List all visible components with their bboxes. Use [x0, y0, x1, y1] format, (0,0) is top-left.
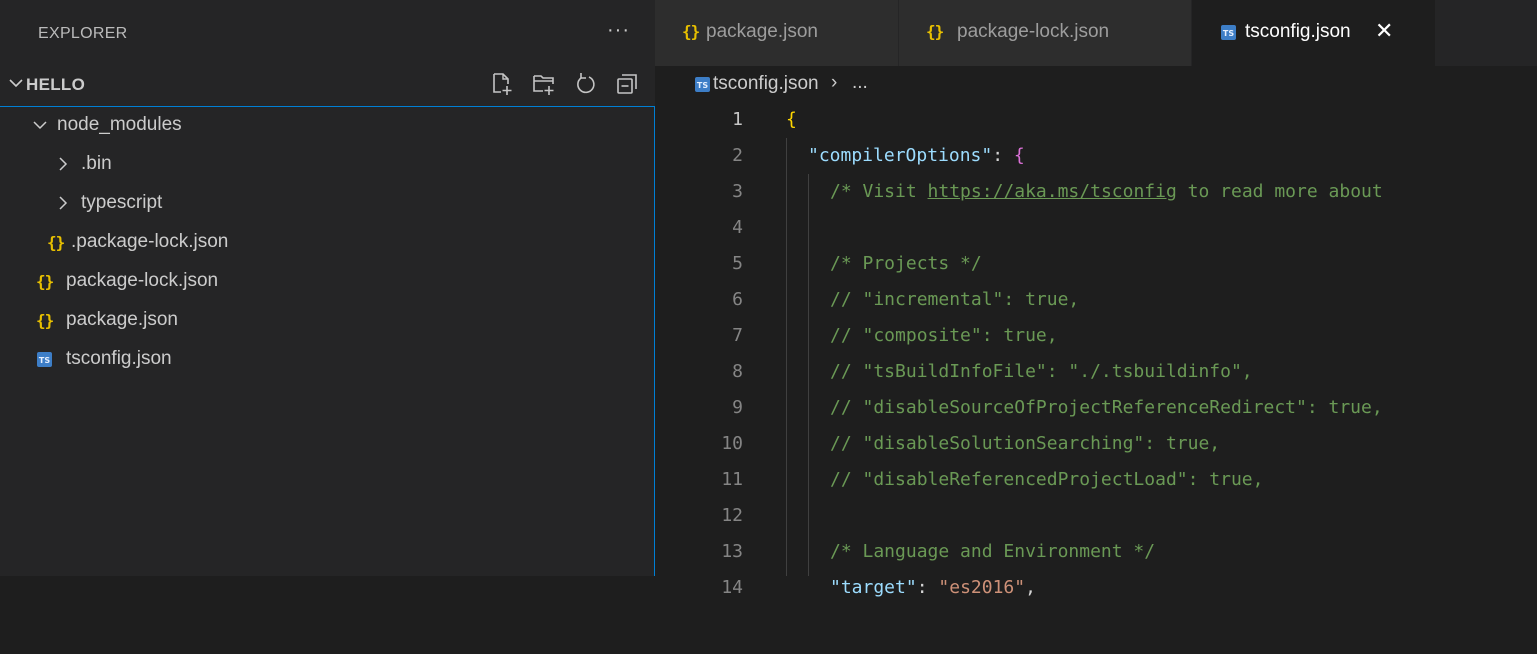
tree-item-label: package.json — [66, 309, 178, 330]
new-file-icon[interactable] — [489, 71, 515, 97]
code-line: 8 // "tsBuildInfoFile": "./.tsbuildinfo"… — [655, 354, 1537, 390]
tree-item-label: .package-lock.json — [71, 231, 229, 252]
tree-item-label: .bin — [81, 153, 112, 174]
line-text: // "tsBuildInfoFile": "./.tsbuildinfo", — [830, 361, 1253, 382]
line-number: 9 — [732, 397, 743, 418]
line-number: 14 — [721, 577, 743, 598]
tab-label: package.json — [706, 21, 818, 42]
line-text: { — [786, 109, 797, 130]
new-folder-icon[interactable] — [531, 71, 557, 97]
line-number: 10 — [721, 433, 743, 454]
code-line: 4 — [655, 210, 1537, 246]
breadcrumb-symbol[interactable]: ... — [852, 72, 868, 94]
line-number: 12 — [721, 505, 743, 526]
breadcrumb-file[interactable]: tsconfig.json — [713, 73, 819, 95]
tab-tsconfig-json[interactable]: TS tsconfig.json ✕ — [1192, 0, 1435, 66]
json-colon: : — [916, 577, 939, 598]
tree-item-label: typescript — [81, 192, 163, 213]
chevron-right-icon — [59, 157, 68, 171]
tree-item-label: node_modules — [57, 114, 182, 135]
json-file-icon: {} — [36, 272, 54, 291]
code-line: 7 // "composite": true, — [655, 318, 1537, 354]
json-key: "target" — [830, 577, 917, 598]
breadcrumb: TS tsconfig.json › ... — [655, 66, 1537, 102]
tree-item-label: tsconfig.json — [66, 348, 172, 369]
line-text: "compilerOptions": { — [808, 145, 1025, 166]
tree-item-package-json[interactable]: {} package.json — [0, 301, 654, 340]
json-key: "compilerOptions" — [808, 145, 993, 166]
line-number: 4 — [732, 217, 743, 238]
tree-item-package-lock-json[interactable]: {} package-lock.json — [0, 262, 654, 301]
tab-label: tsconfig.json — [1245, 21, 1351, 42]
tree-item-typescript[interactable]: typescript — [0, 184, 654, 223]
line-text: // "disableReferencedProjectLoad": true, — [830, 469, 1264, 490]
tree-item-bin[interactable]: .bin — [0, 145, 654, 184]
comment-text: /* Visit — [830, 181, 928, 202]
tree-item-tsconfig-json[interactable]: TS tsconfig.json — [0, 340, 654, 379]
json-file-icon: {} — [47, 233, 65, 252]
code-line: 12 — [655, 498, 1537, 534]
code-line: 13 /* Language and Environment */ — [655, 534, 1537, 570]
close-tab-icon[interactable]: ✕ — [1375, 18, 1393, 44]
explorer-header: EXPLORER ··· — [0, 9, 655, 59]
code-line: 1 { — [655, 102, 1537, 138]
refresh-icon[interactable] — [573, 71, 599, 97]
line-number: 11 — [721, 469, 743, 490]
json-file-icon: {} — [926, 22, 944, 41]
workspace-title: HELLO — [26, 75, 86, 94]
code-line: 10 // "disableSolutionSearching": true, — [655, 426, 1537, 462]
code-line: 5 /* Projects */ — [655, 246, 1537, 282]
explorer-sidebar: EXPLORER ··· HELLO node_modules .bin typ… — [0, 0, 655, 576]
code-line: 2 "compilerOptions": { — [655, 138, 1537, 174]
line-number: 6 — [732, 289, 743, 310]
comment-link[interactable]: https://aka.ms/tsconfig — [928, 181, 1177, 202]
typescript-file-icon: TS — [695, 77, 710, 92]
code-line: 3 /* Visit https://aka.ms/tsconfig to re… — [655, 174, 1537, 210]
chevron-right-icon — [59, 196, 68, 210]
line-number: 1 — [732, 109, 743, 130]
code-line: 14 "target": "es2016", — [655, 570, 1537, 606]
editor-tab-bar: {} package.json {} package-lock.json TS … — [655, 0, 1537, 66]
tree-item-label: package-lock.json — [66, 270, 219, 291]
json-file-icon: {} — [36, 311, 54, 330]
line-text: // "composite": true, — [830, 325, 1058, 346]
typescript-file-icon: TS — [37, 352, 52, 367]
json-string: "es2016" — [938, 577, 1026, 598]
line-number: 8 — [732, 361, 743, 382]
line-text: /* Language and Environment */ — [830, 541, 1156, 562]
code-line: 6 // "incremental": true, — [655, 282, 1537, 318]
tab-package-lock-json[interactable]: {} package-lock.json — [899, 0, 1191, 66]
line-text: /* Visit https://aka.ms/tsconfig to read… — [830, 181, 1383, 202]
more-actions-icon[interactable]: ··· — [607, 19, 630, 42]
code-line: 9 // "disableSourceOfProjectReferenceRed… — [655, 390, 1537, 426]
tab-label: package-lock.json — [957, 21, 1110, 42]
chevron-down-icon — [9, 79, 23, 88]
breadcrumb-separator: › — [831, 72, 838, 93]
json-comma: , — [1025, 577, 1036, 598]
line-number: 3 — [732, 181, 743, 202]
line-number: 13 — [721, 541, 743, 562]
line-number: 7 — [732, 325, 743, 346]
line-text: "target": "es2016", — [830, 577, 1036, 598]
chevron-down-icon — [33, 121, 47, 130]
tab-package-json[interactable]: {} package.json — [655, 0, 898, 66]
explorer-title: EXPLORER — [38, 25, 128, 42]
code-line: 11 // "disableReferencedProjectLoad": tr… — [655, 462, 1537, 498]
json-brace: { — [1013, 145, 1025, 166]
line-text: // "incremental": true, — [830, 289, 1080, 310]
typescript-file-icon: TS — [1221, 25, 1236, 40]
line-number: 5 — [732, 253, 743, 274]
collapse-all-icon[interactable] — [614, 71, 640, 97]
tree-item-dot-package-lock-json[interactable]: {} .package-lock.json — [0, 223, 654, 262]
line-text: /* Projects */ — [830, 253, 982, 274]
json-file-icon: {} — [682, 22, 700, 41]
line-number: 2 — [732, 145, 743, 166]
line-text: // "disableSolutionSearching": true, — [830, 433, 1221, 454]
workspace-section-header[interactable]: HELLO — [0, 64, 655, 106]
tree-item-node-modules[interactable]: node_modules — [0, 106, 654, 145]
code-editor[interactable]: 1 { 2 "compilerOptions": { 3 /* Visit ht… — [655, 102, 1537, 598]
line-text: // "disableSourceOfProjectReferenceRedir… — [830, 397, 1383, 418]
comment-text: to read more about — [1176, 181, 1383, 202]
